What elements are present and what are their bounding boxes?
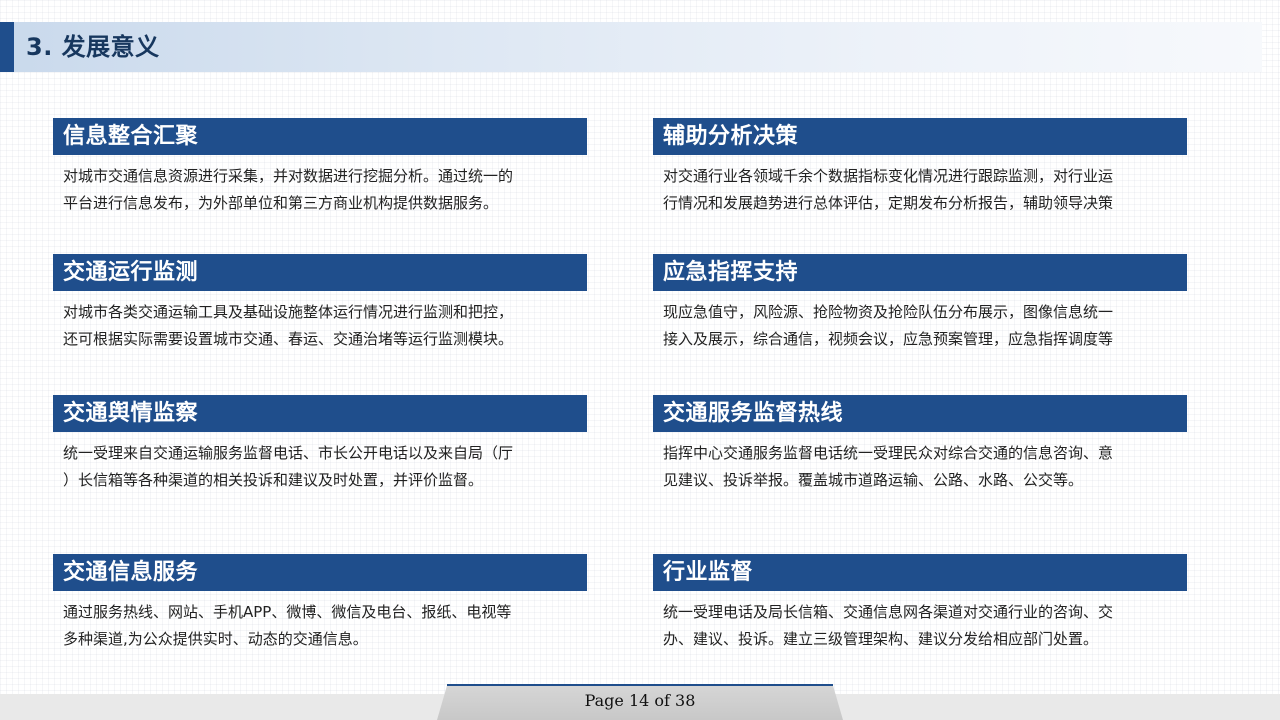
description-line: 还可根据实际需要设置城市交通、春运、交通治堵等运行监测模块。 xyxy=(63,330,514,348)
description-line: 指挥中心交通服务监督电话统一受理民众对综合交通的信息咨询、意 xyxy=(663,444,1114,462)
section-traffic-monitoring: 交通运行监测 对城市各类交通运输工具及基础设施整体运行情况进行监测和把控， 还可… xyxy=(53,254,587,353)
section-info-service: 交通信息服务 通过服务热线、网站、手机APP、微博、微信及电台、报纸、电视等 多… xyxy=(53,554,587,653)
section-emergency-command: 应急指挥支持 现应急值守，风险源、抢险物资及抢险队伍分布展示，图像信息统一 接入… xyxy=(653,254,1187,353)
section-title: 辅助分析决策 xyxy=(653,118,1187,155)
section-description: 统一受理来自交通运输服务监督电话、市长公开电话以及来自局（厅 ）长信箱等各种渠道… xyxy=(53,440,587,494)
section-description: 通过服务热线、网站、手机APP、微博、微信及电台、报纸、电视等 多种渠道,为公众… xyxy=(53,599,587,653)
section-decision-support: 辅助分析决策 对交通行业各领域千余个数据指标变化情况进行跟踪监测，对行业运 行情… xyxy=(653,118,1187,217)
section-description: 对交通行业各领域千余个数据指标变化情况进行跟踪监测，对行业运 行情况和发展趋势进… xyxy=(653,163,1187,217)
description-line: 统一受理来自交通运输服务监督电话、市长公开电话以及来自局（厅 xyxy=(63,444,514,462)
section-info-integration: 信息整合汇聚 对城市交通信息资源进行采集，并对数据进行挖掘分析。通过统一的 平台… xyxy=(53,118,587,217)
description-line: 平台进行信息发布，为外部单位和第三方商业机构提供数据服务。 xyxy=(63,194,499,212)
description-line: 现应急值守，风险源、抢险物资及抢险队伍分布展示，图像信息统一 xyxy=(663,303,1114,321)
description-line: ）长信箱等各种渠道的相关投诉和建议及时处置，并评价监督。 xyxy=(63,471,484,489)
section-description: 统一受理电话及局长信箱、交通信息网各渠道对交通行业的咨询、交 办、建议、投诉。建… xyxy=(653,599,1187,653)
description-line: 接入及展示，综合通信，视频会议，应急预案管理，应急指挥调度等 xyxy=(663,330,1114,348)
section-description: 现应急值守，风险源、抢险物资及抢险队伍分布展示，图像信息统一 接入及展示，综合通… xyxy=(653,299,1187,353)
description-line: 对城市交通信息资源进行采集，并对数据进行挖掘分析。通过统一的 xyxy=(63,167,514,185)
section-title: 行业监督 xyxy=(653,554,1187,591)
description-line: 统一受理电话及局长信箱、交通信息网各渠道对交通行业的咨询、交 xyxy=(663,603,1114,621)
section-title: 交通运行监测 xyxy=(53,254,587,291)
description-line: 见建议、投诉举报。覆盖城市道路运输、公路、水路、公交等。 xyxy=(663,471,1084,489)
section-title: 交通舆情监察 xyxy=(53,395,587,432)
description-line: 对城市各类交通运输工具及基础设施整体运行情况进行监测和把控， xyxy=(63,303,514,321)
section-title: 应急指挥支持 xyxy=(653,254,1187,291)
section-service-hotline: 交通服务监督热线 指挥中心交通服务监督电话统一受理民众对综合交通的信息咨询、意 … xyxy=(653,395,1187,494)
description-line: 多种渠道,为公众提供实时、动态的交通信息。 xyxy=(63,630,368,648)
page-title: 3. 发展意义 xyxy=(26,33,160,61)
description-line: 行情况和发展趋势进行总体评估，定期发布分析报告，辅助领导决策 xyxy=(663,194,1114,212)
header-bar: 3. 发展意义 xyxy=(0,22,1262,72)
footer-accent-line xyxy=(447,684,833,686)
section-title: 交通信息服务 xyxy=(53,554,587,591)
section-title: 交通服务监督热线 xyxy=(653,395,1187,432)
description-line: 办、建议、投诉。建立三级管理架构、建议分发给相应部门处置。 xyxy=(663,630,1099,648)
header-accent-strip xyxy=(0,22,14,72)
section-public-opinion: 交通舆情监察 统一受理来自交通运输服务监督电话、市长公开电话以及来自局（厅 ）长… xyxy=(53,395,587,494)
description-line: 通过服务热线、网站、手机APP、微博、微信及电台、报纸、电视等 xyxy=(63,603,512,621)
section-industry-supervision: 行业监督 统一受理电话及局长信箱、交通信息网各渠道对交通行业的咨询、交 办、建议… xyxy=(653,554,1187,653)
description-line: 对交通行业各领域千余个数据指标变化情况进行跟踪监测，对行业运 xyxy=(663,167,1114,185)
section-description: 指挥中心交通服务监督电话统一受理民众对综合交通的信息咨询、意 见建议、投诉举报。… xyxy=(653,440,1187,494)
section-description: 对城市各类交通运输工具及基础设施整体运行情况进行监测和把控， 还可根据实际需要设… xyxy=(53,299,587,353)
page-number: Page 14 of 38 xyxy=(584,691,696,710)
section-title: 信息整合汇聚 xyxy=(53,118,587,155)
section-description: 对城市交通信息资源进行采集，并对数据进行挖掘分析。通过统一的 平台进行信息发布，… xyxy=(53,163,587,217)
